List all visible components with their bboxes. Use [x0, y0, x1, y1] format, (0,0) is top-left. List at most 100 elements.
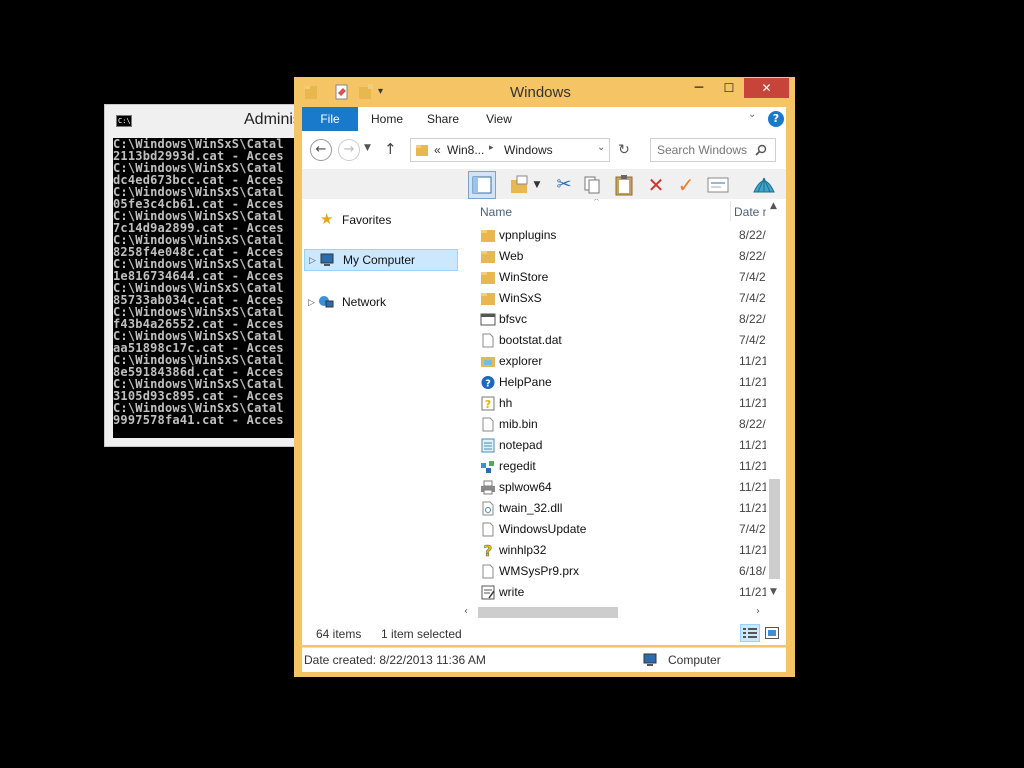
shell-button[interactable]	[750, 173, 778, 197]
details-view-button[interactable]	[740, 624, 760, 642]
expand-arrow-icon[interactable]: ▷	[309, 250, 316, 270]
file-row[interactable]: WindowsUpdate 7/4/20	[464, 519, 772, 540]
properties-icon[interactable]	[334, 83, 350, 101]
column-header-name[interactable]: Name	[480, 205, 512, 219]
console-line: 9997578fa41.cat - Acces	[113, 413, 284, 427]
file-row[interactable]: ? winhlp32 11/21,	[464, 540, 771, 561]
file-row[interactable]: WinSxS 7/4/20	[464, 288, 772, 309]
file-row[interactable]: splwow64 11/21,	[464, 477, 771, 498]
status-bar: 64 items 1 item selected	[302, 621, 786, 645]
file-name: WindowsUpdate	[499, 522, 587, 536]
regedit-icon	[480, 459, 496, 474]
delete-icon[interactable]: ✕	[644, 173, 668, 197]
help-question-icon: ?	[480, 542, 496, 561]
file-row[interactable]: bfsvc 8/22/	[464, 309, 766, 330]
folder-icon	[416, 145, 428, 156]
scroll-up-icon[interactable]: ▲	[770, 201, 777, 211]
expand-ribbon-icon[interactable]: ⌄	[748, 109, 756, 120]
tab-home[interactable]: Home	[364, 107, 410, 131]
file-row[interactable]: bootstat.dat 7/4/20	[464, 330, 772, 351]
tab-file[interactable]: File	[302, 107, 358, 131]
file-row[interactable]: ? hh 11/21,	[464, 393, 771, 414]
search-icon[interactable]	[755, 144, 767, 156]
breadcrumb-win8[interactable]: Win8...	[447, 143, 484, 157]
large-icons-view-button[interactable]	[764, 625, 780, 641]
explorer-icon	[480, 354, 496, 369]
file-icon	[480, 417, 496, 432]
tab-view[interactable]: View	[476, 107, 522, 131]
expand-arrow-icon[interactable]: ▷	[308, 291, 315, 313]
navigation-pane-button[interactable]	[468, 171, 496, 199]
explorer-title-bar[interactable]: ▾ Windows ─ ☐ ✕	[294, 77, 795, 107]
properties-button[interactable]	[706, 173, 730, 197]
file-row[interactable]: explorer 11/21,	[464, 351, 771, 372]
item-count: 64 items	[316, 627, 362, 641]
open-folder-button[interactable]	[508, 173, 532, 197]
maximize-button[interactable]: ☐	[716, 78, 742, 98]
file-name: Web	[499, 249, 524, 263]
console-window[interactable]: C:\ Adminis C:\Windows\WinSxS\Catal 2113b…	[104, 104, 305, 447]
up-button[interactable]: ↑	[384, 140, 397, 158]
breadcrumb-windows[interactable]: Windows	[504, 143, 553, 157]
tab-share[interactable]: Share	[420, 107, 466, 131]
file-row[interactable]: regedit 11/21,	[464, 456, 771, 477]
file-date: 6/18/:	[739, 564, 770, 578]
sort-ascending-icon: ^	[593, 199, 600, 206]
file-row[interactable]: Web 8/22/	[464, 246, 766, 267]
file-row[interactable]: WinStore 7/4/20	[464, 267, 772, 288]
layout-pane-icon	[472, 176, 492, 194]
close-button[interactable]: ✕	[744, 78, 789, 98]
forward-button[interactable]: →	[338, 139, 360, 161]
console-title-bar[interactable]: C:\ Adminis	[105, 105, 303, 138]
search-box[interactable]: Search Windows	[650, 138, 776, 162]
vertical-scrollbar[interactable]: ▲ ▼	[766, 199, 783, 601]
file-row[interactable]: notepad 11/21,	[464, 435, 771, 456]
file-row[interactable]: write 11/21,	[464, 582, 771, 603]
vertical-scroll-thumb[interactable]	[769, 479, 780, 579]
shell-icon	[753, 177, 775, 193]
file-name: regedit	[499, 459, 536, 473]
cut-icon[interactable]: ✂	[552, 173, 576, 197]
file-row[interactable]: vpnplugins 8/22/	[464, 225, 766, 246]
explorer-window[interactable]: ▾ Windows ─ ☐ ✕ File Home Share View ⌄ ?…	[294, 77, 795, 677]
scroll-right-icon[interactable]: ›	[756, 606, 760, 617]
minimize-button[interactable]: ─	[686, 78, 712, 98]
breadcrumb-separator-icon[interactable]: ▸	[489, 143, 494, 153]
address-dropdown-icon[interactable]: ⌄	[597, 142, 605, 153]
new-folder-icon[interactable]	[358, 83, 374, 101]
location-computer: Computer	[668, 653, 721, 667]
back-button[interactable]: ←	[310, 139, 332, 161]
file-date: 8/22/	[739, 249, 766, 263]
folder-icon	[480, 228, 496, 243]
horizontal-scroll-thumb[interactable]	[478, 607, 618, 618]
rename-check-icon[interactable]: ✓	[674, 173, 698, 197]
file-icon	[480, 333, 496, 348]
folder-icon	[480, 249, 496, 264]
scroll-down-icon[interactable]: ▼	[770, 587, 777, 597]
copy-button[interactable]	[580, 173, 604, 197]
horizontal-scrollbar[interactable]: ‹ ›	[464, 603, 766, 621]
nav-item-my-computer[interactable]: ▷ My Computer	[304, 249, 458, 271]
file-row[interactable]: ? HelpPane 11/21,	[464, 372, 771, 393]
scroll-left-icon[interactable]: ‹	[464, 606, 468, 617]
file-row[interactable]: mib.bin 8/22/	[464, 414, 766, 435]
recent-locations-icon[interactable]: ▼	[364, 143, 371, 153]
folder-small-icon	[305, 86, 317, 99]
console-output[interactable]: C:\Windows\WinSxS\Catal 2113bd2993d.cat -…	[113, 138, 305, 438]
help-icon[interactable]: ?	[768, 111, 784, 127]
file-row[interactable]: WMSysPr9.prx 6/18/:	[464, 561, 769, 582]
file-row[interactable]: twain_32.dll 11/21,	[464, 498, 771, 519]
breadcrumb-overflow[interactable]: «	[434, 143, 441, 157]
help-icon: ?	[480, 375, 496, 390]
nav-label-my-computer: My Computer	[343, 253, 416, 267]
paste-button[interactable]	[612, 173, 636, 197]
ribbon-tabs: File Home Share View ⌄ ?	[302, 107, 786, 131]
large-icons-view-icon	[765, 627, 779, 639]
app-icon	[480, 312, 496, 327]
refresh-button[interactable]: ↻	[614, 139, 634, 161]
printer-icon	[480, 480, 496, 495]
address-bar[interactable]: « Win8... ▸ Windows ⌄	[410, 138, 610, 162]
customize-quick-access-icon[interactable]: ▾	[378, 83, 388, 101]
open-dropdown-icon[interactable]: ▼	[532, 173, 542, 197]
paste-icon	[615, 175, 633, 196]
